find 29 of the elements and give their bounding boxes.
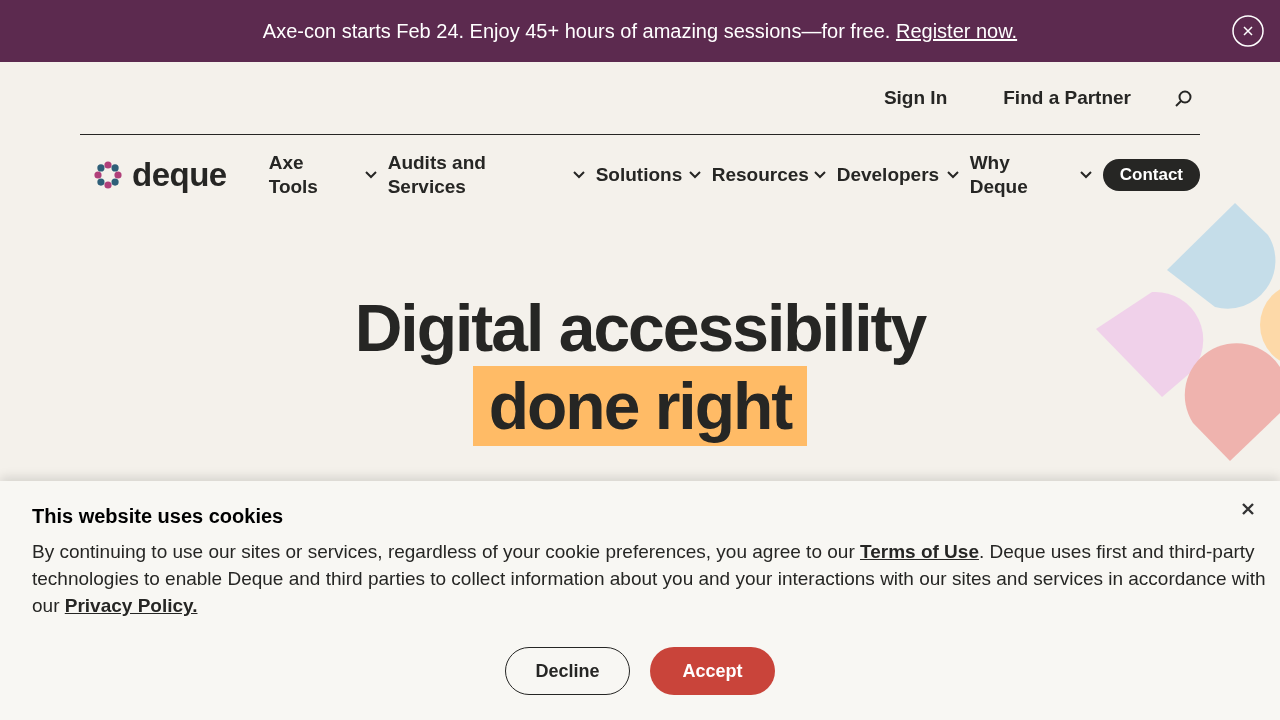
chevron-down-icon — [946, 171, 959, 179]
chevron-down-icon — [572, 171, 585, 179]
search-icon[interactable] — [1175, 89, 1192, 107]
nav-menu-item[interactable]: Audits and Services — [387, 151, 585, 199]
hero-highlight: done right — [472, 366, 808, 446]
chevron-down-icon — [688, 171, 701, 179]
privacy-link[interactable]: Privacy Policy. — [64, 595, 198, 616]
nav-menu-item[interactable]: Solutions — [595, 163, 701, 187]
chevron-down-icon — [1079, 171, 1092, 179]
utility-nav-link[interactable]: Sign In — [883, 87, 948, 109]
cookie-notice-text: By continuing to use our sites or services, regardless of your cookie preferences, you agree to our Terms of Use. Deque uses first and third-party technologies to enable Deque and third parties to collect information about you and your interactions with our sites and services in accordance with our Privacy Policy. — [32, 540, 1267, 618]
cookie-title: This website uses cookies — [32, 504, 284, 529]
accept-button[interactable]: Accept — [650, 647, 775, 695]
logo-text: deque — [132, 156, 227, 194]
chevron-down-icon — [364, 171, 377, 179]
terms-link[interactable]: Terms of Use — [860, 541, 979, 562]
utility-nav-link[interactable]: Find a Partner — [1003, 87, 1131, 109]
deque-logo[interactable]: deque — [94, 156, 227, 194]
nav-menu-item[interactable]: Developers — [836, 163, 959, 187]
register-link[interactable]: Register now. — [895, 19, 1018, 42]
nav-menu-item[interactable]: Axe Tools — [268, 151, 377, 199]
close-icon[interactable] — [1242, 503, 1254, 515]
announcement-text: Axe-con starts Feb 24. Enjoy 45+ hours of amazing sessions—for free. Register now. — [262, 19, 1018, 43]
contact-button[interactable]: Contact — [1102, 159, 1200, 191]
chevron-down-icon — [813, 171, 826, 179]
nav-menu-item[interactable]: Why Deque — [969, 151, 1092, 199]
hero-title: Digital accessibility — [354, 291, 926, 365]
nav-menu-item[interactable]: Resources — [711, 163, 826, 187]
logo-mark-icon — [94, 161, 122, 189]
